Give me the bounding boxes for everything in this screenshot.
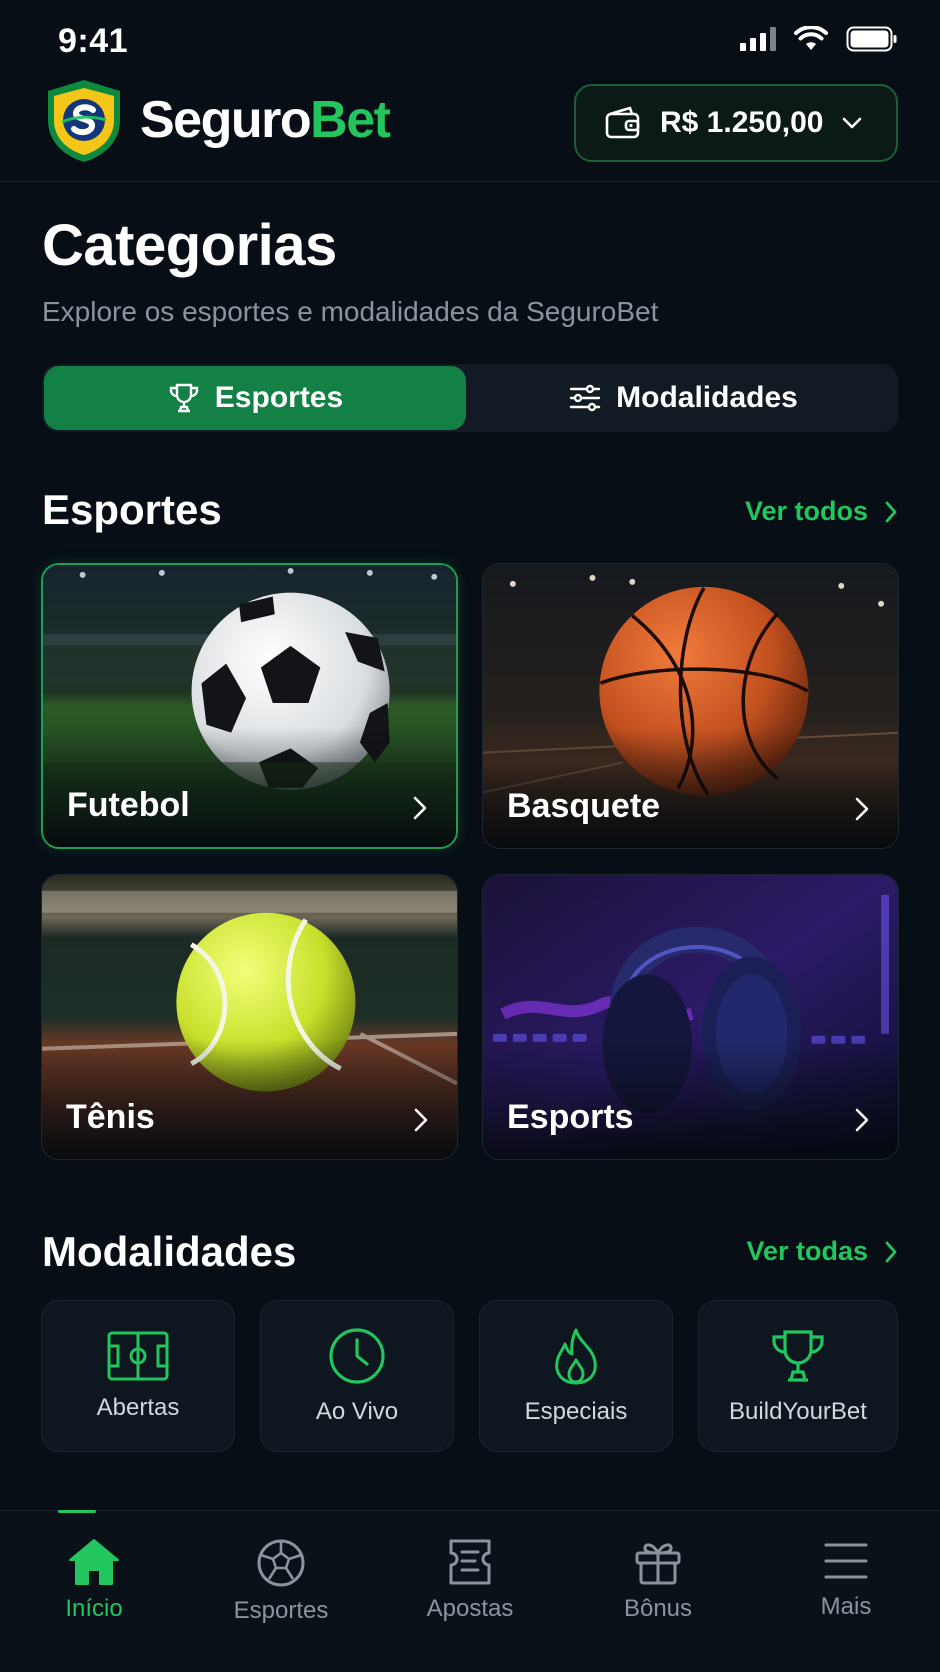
chevron-down-icon xyxy=(843,117,862,129)
sport-card-basquete[interactable]: Basquete xyxy=(482,563,899,849)
sports-section-title: Esportes xyxy=(42,486,222,533)
sport-card-esports[interactable]: Esports xyxy=(482,874,899,1160)
nav-item-inicio[interactable]: Início xyxy=(14,1537,174,1623)
chevron-right-icon xyxy=(414,1108,428,1132)
nav-label: Bônus xyxy=(623,1595,693,1622)
nav-item-apostas[interactable]: Apostas xyxy=(390,1537,550,1623)
flame-icon xyxy=(555,1328,597,1385)
status-icons xyxy=(740,26,898,52)
tab-esportes[interactable]: Esportes xyxy=(44,366,466,430)
sport-card-label: Futebol xyxy=(67,786,190,824)
bottom-navigation: Início Esportes Apostas Bônus Mais xyxy=(0,1510,940,1672)
gift-icon xyxy=(635,1543,681,1585)
category-segmented-control: Esportes Modalidades xyxy=(42,364,898,432)
chevron-right-icon xyxy=(855,797,869,821)
chevron-right-icon xyxy=(413,796,427,820)
sport-card-label: Tênis xyxy=(66,1098,155,1136)
sport-card-label: Esports xyxy=(507,1098,634,1136)
tab-modalidades-label: Modalidades xyxy=(616,381,798,414)
status-bar: 9:41 xyxy=(0,0,940,80)
nav-label: Início xyxy=(65,1595,123,1622)
mode-card-buildyourbet[interactable]: BuildYourBet xyxy=(698,1300,898,1452)
nav-item-esportes[interactable]: Esportes xyxy=(201,1537,361,1625)
see-all-sports-label: Ver todos xyxy=(744,496,868,526)
home-icon xyxy=(69,1539,119,1585)
brand-name-part1: Seguro xyxy=(140,91,312,149)
see-all-sports-link[interactable]: Ver todos xyxy=(745,496,898,527)
battery-icon xyxy=(846,26,897,52)
menu-icon xyxy=(824,1543,868,1579)
brand-logo-icon[interactable] xyxy=(44,78,124,164)
nav-label: Esportes xyxy=(233,1597,329,1624)
mode-label: BuildYourBet xyxy=(729,1398,867,1425)
brand-name: SeguroBet xyxy=(140,90,391,150)
cellular-signal-icon xyxy=(740,27,776,51)
app-screen: 9:41 SeguroBet R$ 1.250,00 Categorias Ex… xyxy=(0,0,940,1672)
field-icon xyxy=(107,1331,169,1381)
sport-card-label: Basquete xyxy=(507,787,661,825)
mode-label: Abertas xyxy=(96,1394,180,1421)
nav-item-mais[interactable]: Mais xyxy=(766,1537,926,1621)
wallet-balance-button[interactable]: R$ 1.250,00 xyxy=(574,84,898,162)
nav-item-bonus[interactable]: Bônus xyxy=(578,1537,738,1623)
clock-icon xyxy=(329,1328,385,1384)
wifi-icon xyxy=(794,26,828,50)
nav-label: Apostas xyxy=(426,1595,514,1622)
mode-card-abertas[interactable]: Abertas xyxy=(41,1300,235,1452)
mode-card-especiais[interactable]: Especiais xyxy=(479,1300,673,1452)
page-subtitle: Explore os esportes e modalidades da Seg… xyxy=(42,296,659,327)
ticket-icon xyxy=(449,1539,491,1585)
sport-card-futebol[interactable]: Futebol xyxy=(41,563,458,849)
page-title: Categorias xyxy=(42,213,337,278)
chevron-right-icon xyxy=(885,1241,897,1262)
wallet-icon xyxy=(605,106,640,139)
sliders-icon xyxy=(569,384,601,412)
tab-modalidades[interactable]: Modalidades xyxy=(472,366,894,430)
mode-label: Especiais xyxy=(524,1398,628,1425)
nav-label: Mais xyxy=(820,1593,872,1620)
soccer-ball-icon xyxy=(257,1539,305,1587)
see-all-modes-label: Ver todas xyxy=(746,1236,868,1266)
status-time: 9:41 xyxy=(58,22,129,60)
mode-card-ao-vivo[interactable]: Ao Vivo xyxy=(260,1300,454,1452)
app-header: SeguroBet R$ 1.250,00 xyxy=(0,70,940,182)
trophy-icon xyxy=(772,1330,824,1382)
chevron-right-icon xyxy=(855,1108,869,1132)
mode-label: Ao Vivo xyxy=(315,1398,399,1425)
trophy-icon xyxy=(169,383,198,413)
wallet-balance: R$ 1.250,00 xyxy=(660,106,824,139)
nav-active-indicator xyxy=(58,1510,96,1513)
brand-name-part2: Bet xyxy=(310,91,391,149)
see-all-modes-link[interactable]: Ver todas xyxy=(746,1236,898,1267)
chevron-right-icon xyxy=(885,501,897,522)
tab-esportes-label: Esportes xyxy=(214,381,344,414)
sport-card-tenis[interactable]: Tênis xyxy=(41,874,458,1160)
modes-section-title: Modalidades xyxy=(42,1228,297,1275)
